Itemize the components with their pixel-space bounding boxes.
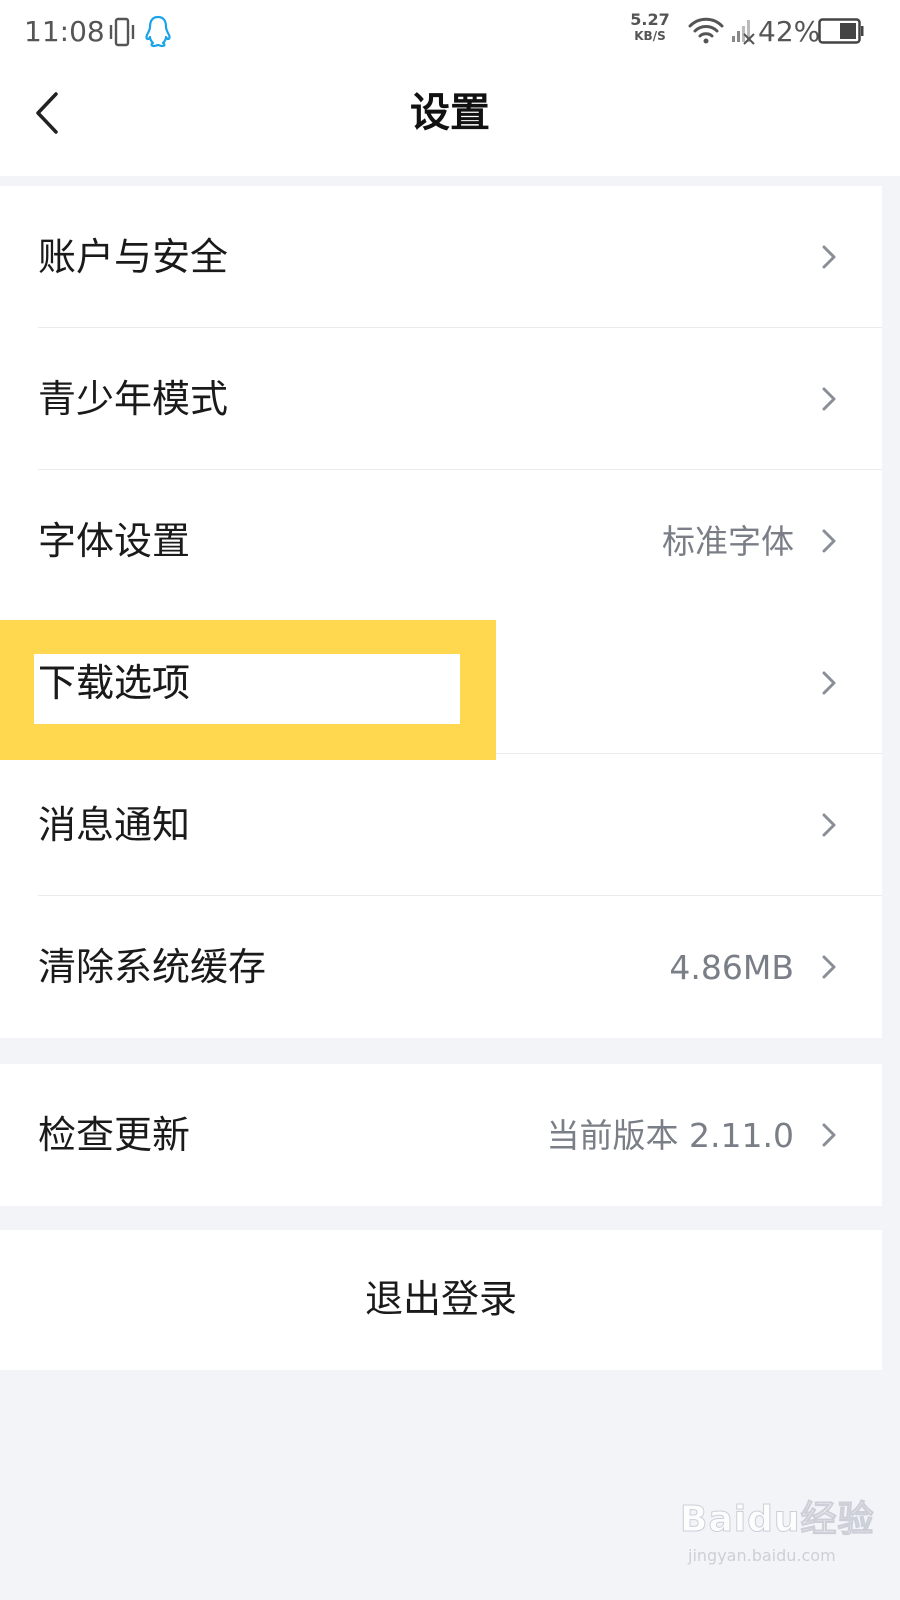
page-title: 设置 — [410, 90, 490, 136]
settings-row-notifications[interactable]: 消息通知 — [0, 754, 882, 896]
status-bar: 11:08 5.27 KB/S 42% — [0, 0, 900, 66]
settings-row-check-update[interactable]: 检查更新 当前版本 2.11.0 — [0, 1064, 882, 1206]
chevron-right-icon — [822, 387, 836, 411]
wifi-icon — [688, 17, 724, 44]
logout-label: 退出登录 — [364, 1277, 517, 1321]
watermark-sub-text: jingyan.baidu.com — [688, 1546, 836, 1565]
row-label: 检查更新 — [38, 1113, 191, 1157]
status-time: 11:08 — [24, 15, 105, 48]
chevron-right-icon — [822, 671, 836, 695]
battery-icon — [818, 18, 864, 44]
qq-icon — [145, 15, 171, 48]
row-label: 字体设置 — [38, 519, 191, 563]
font-value: 标准字体 — [662, 522, 794, 561]
settings-row-teen-mode[interactable]: 青少年模式 — [0, 328, 882, 470]
settings-group-3: 检查更新 当前版本 2.11.0 — [0, 1064, 882, 1206]
logout-button[interactable]: 退出登录 — [0, 1230, 882, 1370]
network-speed-value: 5.27 — [630, 10, 670, 29]
watermark-main-text: Baidu经验 — [679, 1499, 875, 1540]
settings-screen: 11:08 5.27 KB/S 42% 设置 账户与安全 青少年模式 字体设置 … — [0, 0, 900, 1600]
row-label: 清除系统缓存 — [38, 945, 267, 989]
settings-row-font[interactable]: 字体设置 标准字体 — [0, 470, 882, 612]
nav-header: 设置 — [0, 66, 900, 176]
settings-row-clear-cache[interactable]: 清除系统缓存 4.86MB — [0, 896, 882, 1038]
signal-icon — [732, 20, 755, 45]
row-label: 青少年模式 — [38, 377, 229, 421]
settings-row-account-security[interactable]: 账户与安全 — [0, 186, 882, 328]
row-label: 账户与安全 — [38, 235, 229, 279]
settings-group-1: 账户与安全 青少年模式 字体设置 标准字体 — [0, 186, 882, 612]
chevron-right-icon — [822, 813, 836, 837]
chevron-right-icon — [822, 955, 836, 979]
battery-percentage: 42% — [758, 15, 821, 48]
network-speed-unit: KB/S — [634, 29, 666, 43]
row-label: 消息通知 — [38, 803, 191, 847]
chevron-right-icon — [822, 245, 836, 269]
chevron-right-icon — [822, 529, 836, 553]
cache-size-value: 4.86MB — [669, 948, 794, 987]
vibrate-icon — [109, 17, 135, 47]
network-speed: 5.27 KB/S — [628, 12, 672, 44]
download-options-label-overlay: 下载选项 — [38, 661, 191, 705]
baidu-watermark: Baidu经验 jingyan.baidu.com — [679, 1490, 880, 1580]
version-value: 当前版本 2.11.0 — [546, 1116, 794, 1155]
chevron-right-icon — [822, 1123, 836, 1147]
